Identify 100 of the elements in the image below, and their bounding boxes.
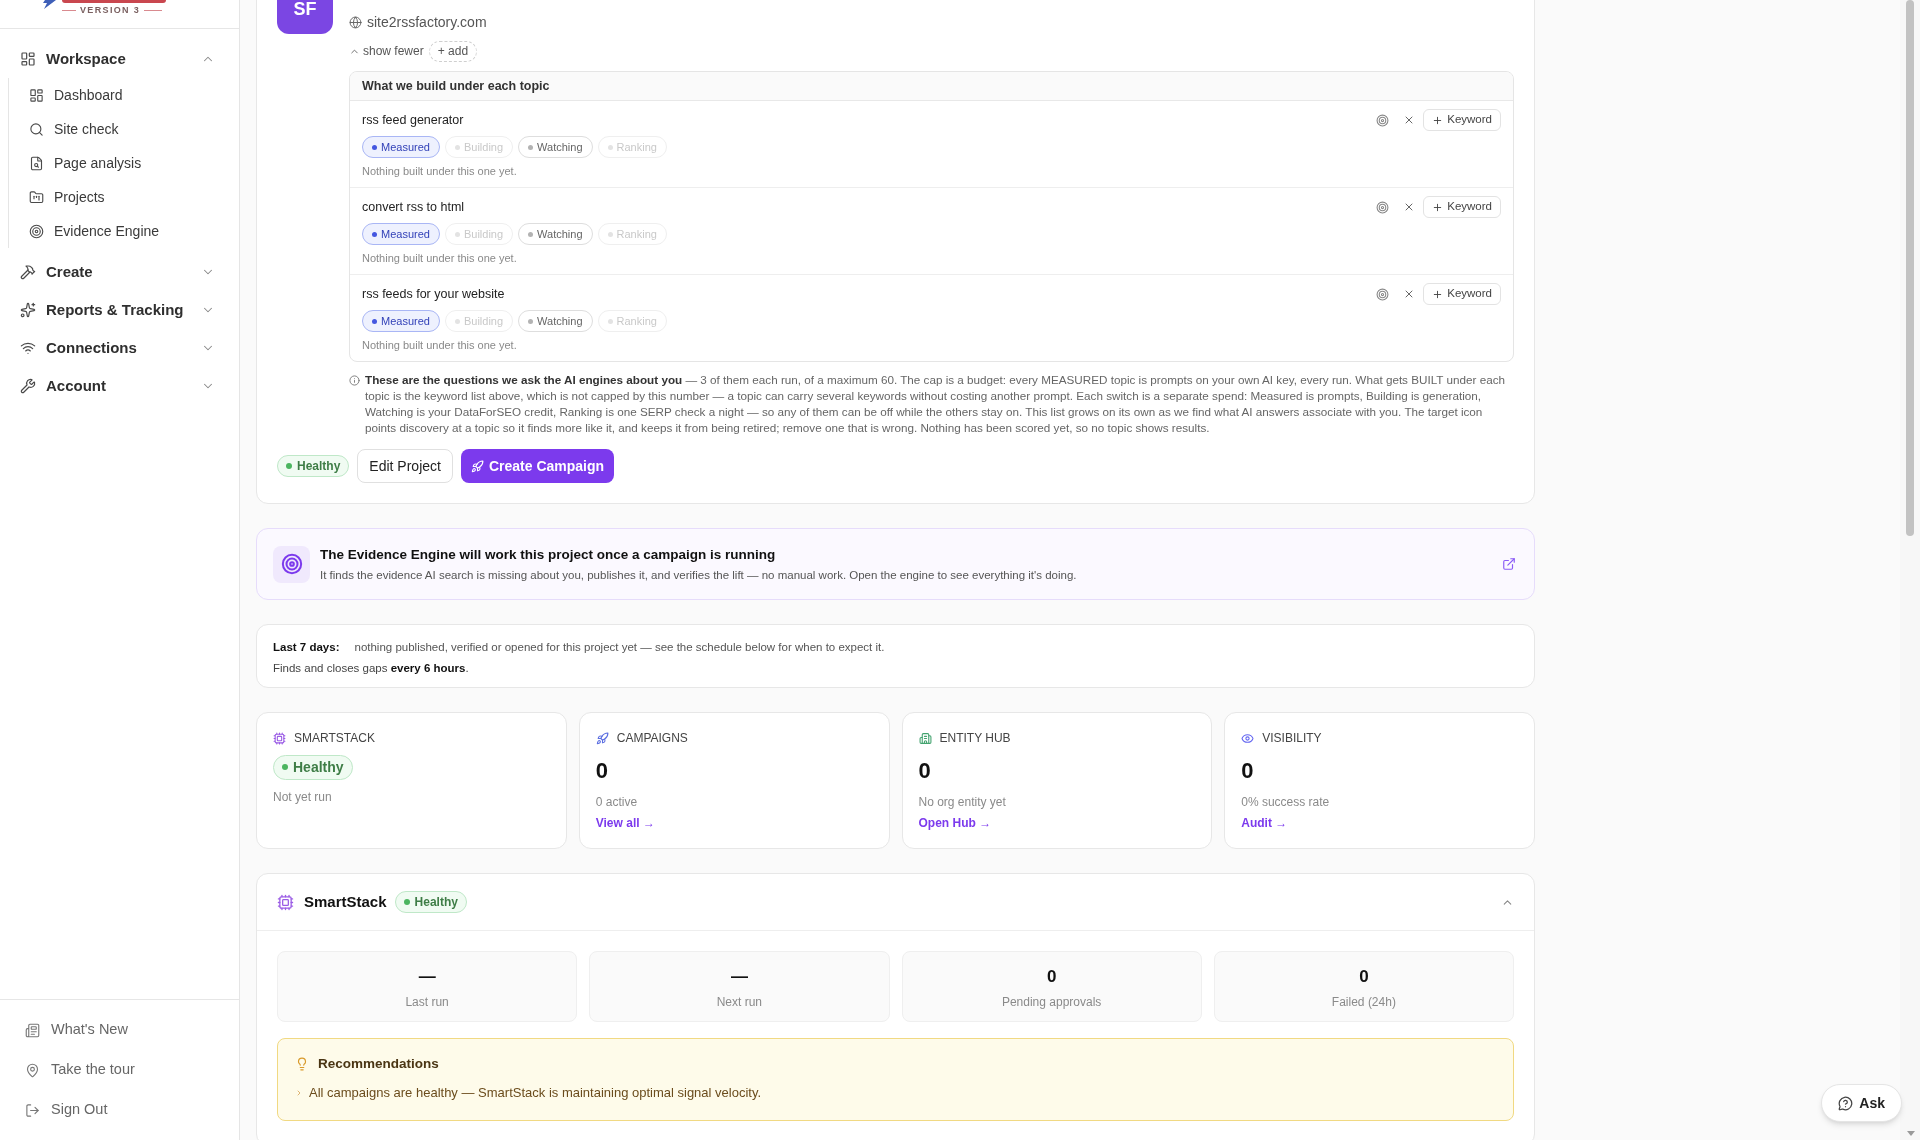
panel-title: SmartStack [304,891,387,912]
status-badge: Healthy [273,754,353,780]
topic-note: Nothing built under this one yet. [362,164,518,179]
switch-chip[interactable]: Measured [362,136,440,158]
stat-value: 0 [595,757,608,785]
status-badge: Healthy [394,891,467,913]
banner-description: It finds the evidence AI search is missing about you, publishes it, and verifies the lift — no manual work. Open the engine to see everything it's doing. [320,568,1077,583]
wifi-icon [20,340,36,356]
chat-icon [1838,1095,1854,1111]
activity-summary: nothing published, verified or opened for this project yet — see the schedule below for when to expect it. [354,640,885,655]
hammer-icon [20,264,36,280]
sidebar-link[interactable]: Take the tour [0,1050,239,1090]
nav-item[interactable]: Dashboard [9,78,231,112]
folder-icon [29,189,44,205]
nav-section[interactable]: Reports & Tracking [8,291,231,329]
add-keyword-button[interactable]: Keyword [1423,196,1501,218]
schedule-text: Finds and closes gaps every 6 hours. [273,661,469,676]
nav-section[interactable]: Account [8,367,231,405]
show-fewer-toggle[interactable]: show fewer [349,42,424,60]
rocket-icon [470,459,484,473]
grid-icon [29,87,44,103]
file-search-icon [29,155,44,171]
add-keyword-button[interactable]: Keyword [1423,283,1501,305]
stat-value: 0 [1241,757,1254,785]
switch-chip[interactable]: Watching [518,310,593,332]
lightning-bolt-icon [40,0,56,9]
status-badge: Healthy [277,455,350,477]
search-icon [29,121,44,137]
stat-link[interactable]: View all → [595,815,655,831]
topic-name: rss feed generator [362,112,465,129]
metric-value: 0 [1046,966,1057,988]
metric-label: Pending approvals [1001,994,1102,1010]
grid-icon [20,51,36,67]
metric-value: 0 [1359,966,1369,988]
plus-icon [1432,201,1444,213]
newspaper-icon [25,1022,40,1038]
eye-icon [1241,731,1255,745]
topics-heading: What we build under each topic [350,72,1513,101]
building-icon [918,731,932,745]
target-icon [273,545,310,583]
project-domain: site2rssfactory.com [367,12,487,32]
map-pin-icon [25,1062,40,1078]
lightbulb-icon [295,1057,309,1071]
recommendation-text: All campaigns are healthy — SmartStack is maintaining optimal signal velocity. [309,1084,762,1103]
stat-link[interactable]: Open Hub → [918,815,992,831]
switch-chip[interactable]: Measured [362,310,440,332]
nav-item[interactable]: Projects [9,180,231,214]
nav-item[interactable]: Evidence Engine [9,214,231,248]
sidebar-link[interactable]: What's New [0,1010,239,1050]
metric-label: Last run [405,994,449,1010]
chip-icon [277,893,294,911]
stat-note: 0% success rate [1241,794,1330,810]
rocket-icon [595,731,609,745]
globe-icon [349,15,362,29]
caret-down-icon[interactable] [1907,1131,1915,1136]
stat-title: SMARTSTACK [294,730,375,747]
ask-button[interactable]: Ask [1821,1084,1902,1122]
nav-section[interactable]: Workspace [8,40,231,78]
stat-title: VISIBILITY [1262,730,1322,747]
topic-name: rss feeds for your website [362,286,506,303]
nav-section[interactable]: Create [8,253,231,291]
info-icon [349,375,360,386]
logo-tagline: VERSION 3 [80,5,141,16]
nav-section[interactable]: Connections [8,329,231,367]
metric-value: — [418,966,436,988]
edit-project-button[interactable]: Edit Project [357,449,453,483]
metric-label: Next run [716,994,763,1010]
topics-footnote: These are the questions we ask the AI engines about you — 3 of them each run, of a maximum 60. The cap is a budget: every MEASURED topic is prompts on your own AI key, every run. What gets BUILT under each topic is the keyword list above, which is not capped by this number — a topic can carry several keywords without costing another prompt. Each switch is a separate spend: Measured is prompts, Building is generation, Watching is your DataForSEO credit, Ranking is one SERP check a night — so any of them can be off while the others stay on. This list grows on its own as we find what AI answers associate with you. The target icon points discovery at a topic so it finds more like it, and keeps it from being retired; remove one that is wrong. Nothing has been scored yet, so no topic shows results. [365,372,1506,436]
create-campaign-button[interactable]: Create Campaign [460,449,615,483]
plus-icon [1432,288,1444,300]
stat-title: ENTITY HUB [939,730,1011,747]
sparkles-icon [20,302,36,318]
topic-name: convert rss to html [362,199,466,216]
activity-label: Last 7 days: [273,640,340,655]
stat-note: 0 active [595,794,638,810]
switch-chip[interactable]: Watching [518,223,593,245]
project-avatar: SF [277,0,333,34]
stat-value: 0 [918,757,931,785]
external-link-icon[interactable] [1502,557,1516,571]
chevron-right-icon [295,1089,303,1097]
plus-icon [1432,114,1444,126]
banner-title: The Evidence Engine will work this project once a campaign is running [320,546,776,564]
nav-item[interactable]: Page analysis [9,146,231,180]
stat-note: Not yet run [273,788,332,805]
recommendations-title: Recommendations [318,1054,439,1073]
target-icon[interactable] [1376,200,1390,214]
target-icon[interactable] [1376,113,1390,127]
add-keyword-button[interactable]: Keyword [1423,109,1501,131]
sidebar-link[interactable]: Sign Out [0,1090,239,1130]
scrollbar-thumb[interactable] [1906,0,1914,536]
target-icon [29,223,44,239]
switch-chip[interactable]: Measured [362,223,440,245]
stat-title: CAMPAIGNS [616,730,688,747]
topic-note: Nothing built under this one yet. [362,338,518,353]
switch-chip[interactable]: Watching [518,136,593,158]
stat-link[interactable]: Audit → [1241,815,1288,831]
nav-item[interactable]: Site check [9,112,231,146]
stat-note: No org entity yet [918,794,1006,810]
target-icon[interactable] [1376,287,1390,301]
topic-note: Nothing built under this one yet. [362,251,518,266]
